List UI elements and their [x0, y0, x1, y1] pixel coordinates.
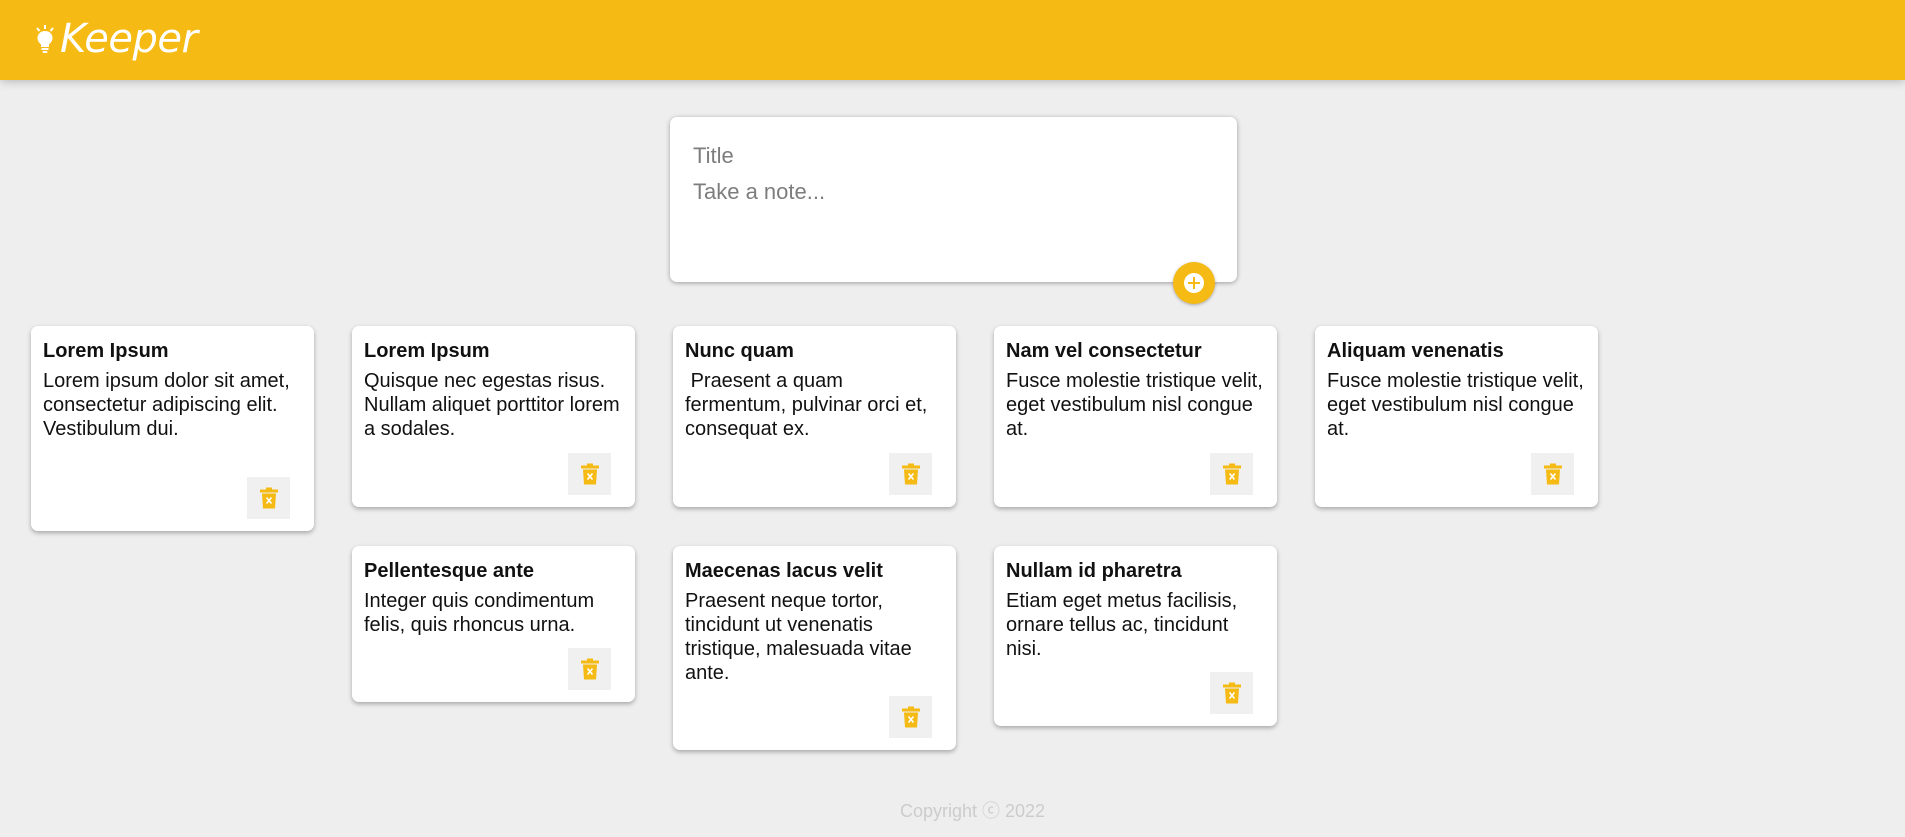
- note-card: Nullam id pharetra Etiam eget metus facil…: [994, 546, 1277, 726]
- note-title-input[interactable]: [693, 141, 1213, 171]
- delete-note-button[interactable]: [889, 696, 932, 738]
- note-card: Nam vel consectetur Fusce molestie tristi…: [994, 326, 1277, 507]
- plus-circle-icon: [1184, 273, 1204, 293]
- note-card: Lorem Ipsum Quisque nec egestas risus. Nu…: [352, 326, 635, 507]
- note-title: Nam vel consectetur: [1006, 340, 1202, 362]
- create-note-form: [670, 117, 1237, 282]
- delete-note-button[interactable]: [1210, 672, 1253, 714]
- trash-icon: [901, 463, 920, 485]
- note-content: Praesent neque tortor, tincidunt ut vene…: [685, 590, 918, 684]
- note-title: Nunc quam: [685, 340, 794, 362]
- note-content: Fusce molestie tristique velit, eget ves…: [1006, 370, 1269, 440]
- note-content: Praesent a quam fermentum, pulvinar orci…: [685, 370, 933, 440]
- trash-icon: [901, 706, 920, 728]
- note-title: Lorem Ipsum: [43, 340, 169, 362]
- app-title: Keeper: [60, 16, 198, 62]
- delete-note-button[interactable]: [1531, 453, 1574, 495]
- note-card: Aliquam venenatis Fusce molestie tristiqu…: [1315, 326, 1598, 507]
- note-card: Pellentesque ante Integer quis condimentu…: [352, 546, 635, 702]
- lightbulb-icon: [36, 25, 54, 53]
- trash-icon: [1543, 463, 1562, 485]
- note-title: Maecenas lacus velit: [685, 560, 883, 582]
- trash-icon: [580, 658, 599, 680]
- app-header: Keeper: [0, 0, 1905, 80]
- note-content: Quisque nec egestas risus. Nullam alique…: [364, 370, 626, 440]
- trash-icon: [1222, 682, 1241, 704]
- app-logo: Keeper: [34, 16, 198, 62]
- note-card: Maecenas lacus velit Praesent neque torto…: [673, 546, 956, 750]
- delete-note-button[interactable]: [1210, 453, 1253, 495]
- note-title: Lorem Ipsum: [364, 340, 490, 362]
- footer: Copyright ⓒ 2022: [0, 797, 1905, 823]
- note-content: Lorem ipsum dolor sit amet, consectetur …: [43, 370, 296, 440]
- add-note-button[interactable]: [1173, 262, 1215, 304]
- note-title: Nullam id pharetra: [1006, 560, 1182, 582]
- note-content: Fusce molestie tristique velit, eget ves…: [1327, 370, 1590, 440]
- delete-note-button[interactable]: [247, 477, 290, 519]
- trash-icon: [580, 463, 599, 485]
- trash-icon: [1222, 463, 1241, 485]
- note-content: Etiam eget metus facilisis, ornare tellu…: [1006, 590, 1243, 660]
- note-title: Aliquam venenatis: [1327, 340, 1504, 362]
- delete-note-button[interactable]: [889, 453, 932, 495]
- note-content-input[interactable]: [693, 177, 1213, 257]
- note-card: Nunc quam Praesent a quam fermentum, pul…: [673, 326, 956, 507]
- copyright-text: Copyright ⓒ 2022: [899, 801, 1046, 821]
- note-content: Integer quis condimentum felis, quis rho…: [364, 590, 600, 636]
- note-card: Lorem Ipsum Lorem ipsum dolor sit amet, c…: [31, 326, 314, 531]
- delete-note-button[interactable]: [568, 453, 611, 495]
- delete-note-button[interactable]: [568, 648, 611, 690]
- trash-icon: [259, 487, 278, 509]
- note-title: Pellentesque ante: [364, 560, 535, 582]
